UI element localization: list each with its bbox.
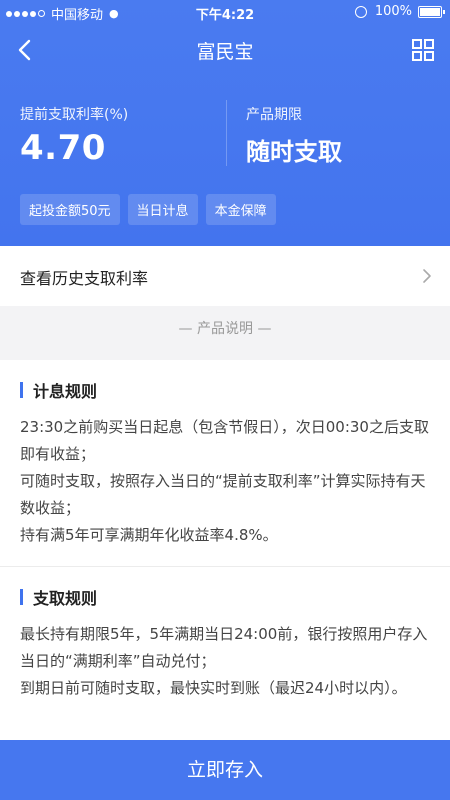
interest-rule-line: 23:30之前购买当日起息（包含节假日），次日00:30之后支取即有收益； (20, 418, 429, 463)
status-bar: 中国移动 ● 下午4:22 100% (0, 0, 450, 24)
battery-percent: 100% (374, 4, 412, 19)
interest-rule-line: 持有满5年可享满期年化收益率4.8%。 (20, 526, 278, 544)
tag-min-amount: 起投金额50元 (20, 194, 120, 225)
tag-same-day-interest: 当日计息 (127, 194, 198, 225)
term-block: 产品期限 随时支取 (246, 104, 342, 167)
tag-principal-guarantee: 本金保障 (205, 194, 276, 225)
interest-rules-title: 计息规则 (33, 382, 98, 401)
deposit-now-button[interactable]: 立即存入 (0, 740, 450, 800)
interest-rule-line: 可随时支取，按照存入当日的“提前支取利率”计算实际持有天数收益； (20, 472, 426, 517)
withdraw-rule-line: 最长持有期限5年，5年满期当日24:00前，银行按照用户存入当日的“满期利率”自… (20, 625, 428, 670)
history-rate-link[interactable]: 查看历史支取利率 (0, 246, 450, 306)
rate-value: 4.70 (20, 128, 106, 168)
history-rate-label: 查看历史支取利率 (20, 269, 149, 288)
accent-bar (20, 589, 23, 605)
status-right: 100% (354, 4, 445, 19)
withdraw-rules-title: 支取规则 (33, 589, 98, 608)
interest-rules-body: 23:30之前购买当日起息（包含节假日），次日00:30之后支取即有收益； 可随… (20, 414, 432, 549)
header-divider (226, 100, 227, 166)
rate-block: 提前支取利率(%) 4.70 (20, 104, 128, 168)
rate-label: 提前支取利率(%) (20, 107, 129, 123)
term-value: 随时支取 (246, 138, 342, 166)
withdraw-rule-line: 到期日前可随时支取，最快实时到账（最迟24小时以内）。 (20, 679, 407, 697)
withdraw-rules-card: 支取规则 最长持有期限5年，5年满期当日24:00前，银行按照用户存入当日的“满… (0, 566, 450, 741)
page-title: 富民宝 (196, 41, 254, 63)
term-label: 产品期限 (246, 107, 302, 123)
product-header: 中国移动 ● 下午4:22 100% 富民宝 提前支取利率(%) 4.70 产品… (0, 0, 450, 246)
nav-bar: 富民宝 (0, 24, 450, 76)
grid-menu-icon[interactable] (412, 39, 434, 61)
alarm-icon (354, 5, 367, 18)
section-title: — 产品说明 — (178, 321, 272, 337)
chevron-right-icon (423, 269, 431, 283)
feature-tags: 起投金额50元 当日计息 本金保障 (20, 194, 284, 225)
interest-rules-header: 计息规则 (20, 378, 97, 402)
withdraw-rules-header: 支取规则 (20, 585, 97, 609)
accent-bar (20, 382, 23, 398)
battery-icon (418, 5, 445, 18)
interest-rules-card: 计息规则 23:30之前购买当日起息（包含节假日），次日00:30之后支取即有收… (0, 360, 450, 566)
withdraw-rules-body: 最长持有期限5年，5年满期当日24:00前，银行按照用户存入当日的“满期利率”自… (20, 621, 432, 702)
